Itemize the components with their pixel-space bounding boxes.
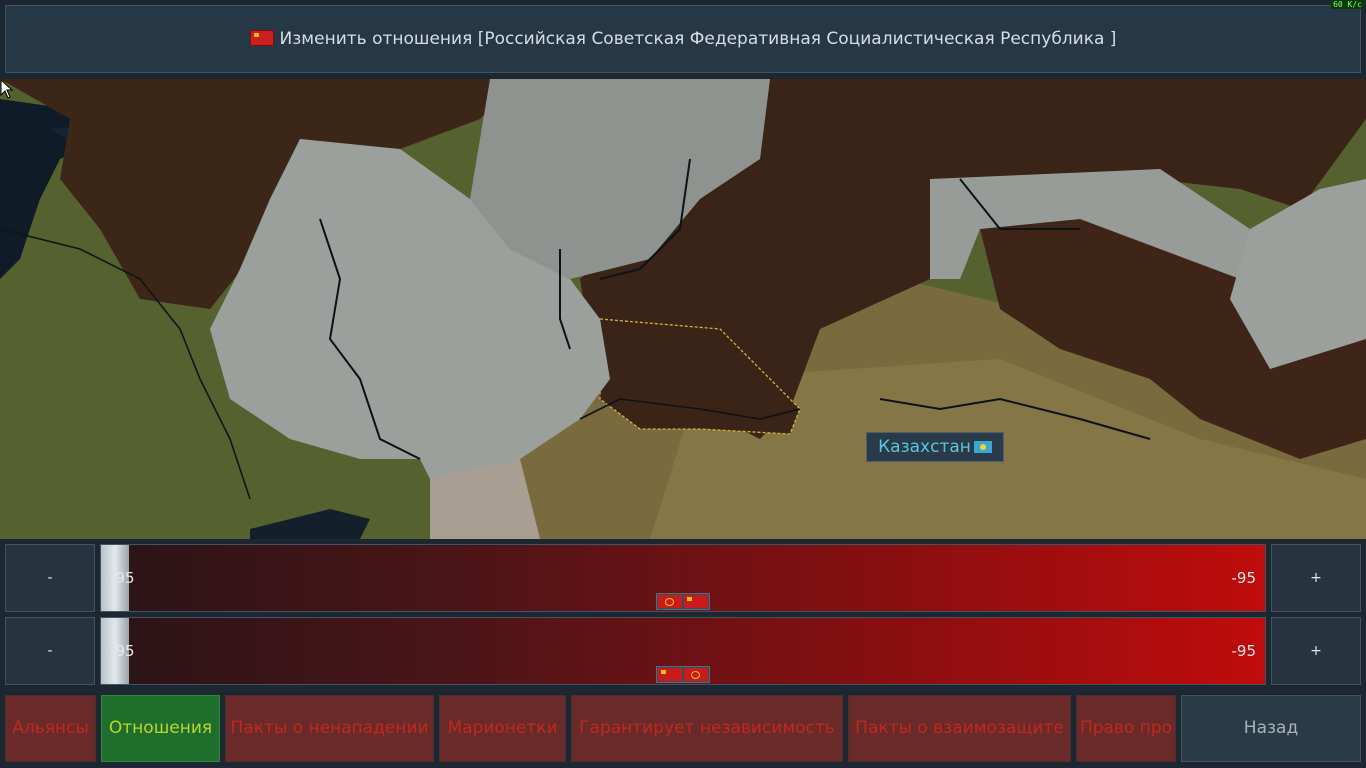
tab-defensive-pacts[interactable]: Пакты о взаимозащите [848,695,1071,762]
tab-puppets[interactable]: Марионетки [439,695,566,762]
relation-value-left: -95 [110,569,135,587]
decrease-relation-button[interactable]: - [5,544,95,612]
relation-bar[interactable]: -95 -95 [100,544,1266,612]
map-terrain [0,79,1366,539]
diplomacy-screen: Изменить отношения [Российская Советская… [0,0,1366,768]
relation-row-1: - -95 -95 + [5,544,1361,612]
fps-counter: 60 K/c [1331,0,1364,9]
tab-alliances[interactable]: Альянсы [5,695,96,762]
back-button[interactable]: Назад [1181,695,1361,762]
relation-direction-flags [656,666,710,683]
country-tooltip-label: Казахстан [878,437,971,457]
relation-direction-flags [656,593,710,610]
ussr-flag-icon [684,595,708,608]
tab-non-aggression-pacts[interactable]: Пакты о ненападении [225,695,434,762]
header-panel: Изменить отношения [Российская Советская… [5,5,1361,73]
world-map[interactable]: Казахстан [0,79,1366,539]
page-title: Изменить отношения [Российская Советская… [6,29,1360,49]
decrease-relation-button[interactable]: - [5,617,95,685]
relation-bar[interactable]: -95 -95 [100,617,1266,685]
tab-guarantees-independence[interactable]: Гарантирует независимость [571,695,843,762]
rsfsr-flag-icon [658,595,682,608]
relation-row-2: - -95 -95 + [5,617,1361,685]
relation-value-left: -95 [110,642,135,660]
relation-value-right: -95 [1231,569,1257,587]
rsfsr-flag-icon [684,668,708,681]
diplomacy-tabs-bar: Альянсы Отношения Пакты о ненападении Ма… [0,694,1366,768]
kazakhstan-flag-icon [973,441,992,453]
increase-relation-button[interactable]: + [1271,544,1361,612]
country-tooltip: Казахстан [866,432,1004,462]
page-title-text: Изменить отношения [Российская Советская… [279,29,1117,49]
relation-value-right: -95 [1231,642,1257,660]
increase-relation-button[interactable]: + [1271,617,1361,685]
mouse-cursor-icon [0,79,14,99]
ussr-flag-icon [658,668,682,681]
ussr-flag-icon [249,30,274,46]
tab-relations[interactable]: Отношения [101,695,220,762]
tab-military-access[interactable]: Право про [1076,695,1176,762]
